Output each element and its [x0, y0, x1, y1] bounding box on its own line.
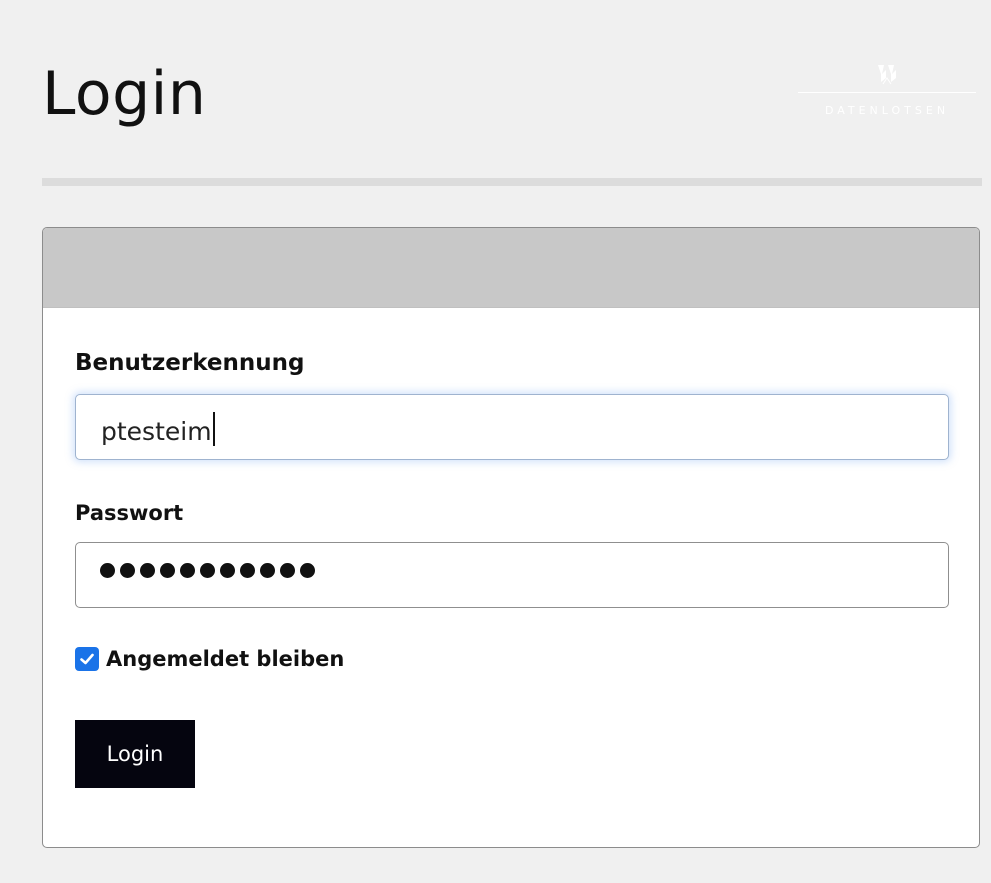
- password-mask-dot: [240, 563, 255, 578]
- card-header: [43, 228, 979, 308]
- password-mask-dot: [260, 563, 275, 578]
- password-mask-dot: [140, 563, 155, 578]
- password-mask-dot: [200, 563, 215, 578]
- password-mask: [100, 563, 315, 578]
- header-divider: [42, 178, 982, 186]
- logo-wordmark: DATENLOTSEN: [824, 104, 950, 117]
- checkmark-icon: [80, 653, 94, 665]
- logo-divider: [798, 92, 976, 93]
- login-button[interactable]: Login: [75, 720, 195, 788]
- text-caret: [212, 412, 215, 446]
- password-mask-dot: [220, 563, 235, 578]
- remember-me-row[interactable]: Angemeldet bleiben: [75, 647, 344, 671]
- password-mask-dot: [120, 563, 135, 578]
- remember-me-label[interactable]: Angemeldet bleiben: [106, 647, 344, 671]
- username-label: Benutzerkennung: [75, 350, 305, 376]
- password-mask-dot: [160, 563, 175, 578]
- password-mask-dot: [300, 563, 315, 578]
- remember-me-checkbox[interactable]: [75, 647, 99, 671]
- username-input[interactable]: ptesteim: [75, 394, 949, 460]
- datenlotsen-logo: DATENLOTSEN: [798, 62, 976, 128]
- username-value: ptesteim: [101, 412, 215, 447]
- password-mask-dot: [100, 563, 115, 578]
- password-input[interactable]: [75, 542, 949, 608]
- login-card: Benutzerkennung ptesteim Passwort Angeme…: [42, 227, 980, 848]
- password-mask-dot: [280, 563, 295, 578]
- page-title: Login: [42, 59, 207, 129]
- password-mask-dot: [180, 563, 195, 578]
- datenlotsen-logo-icon: [878, 65, 896, 85]
- login-page: Login DATENLOTSEN Benutzerkennung pteste…: [0, 0, 991, 883]
- password-label: Passwort: [75, 501, 184, 525]
- page-header: Login DATENLOTSEN: [42, 58, 982, 138]
